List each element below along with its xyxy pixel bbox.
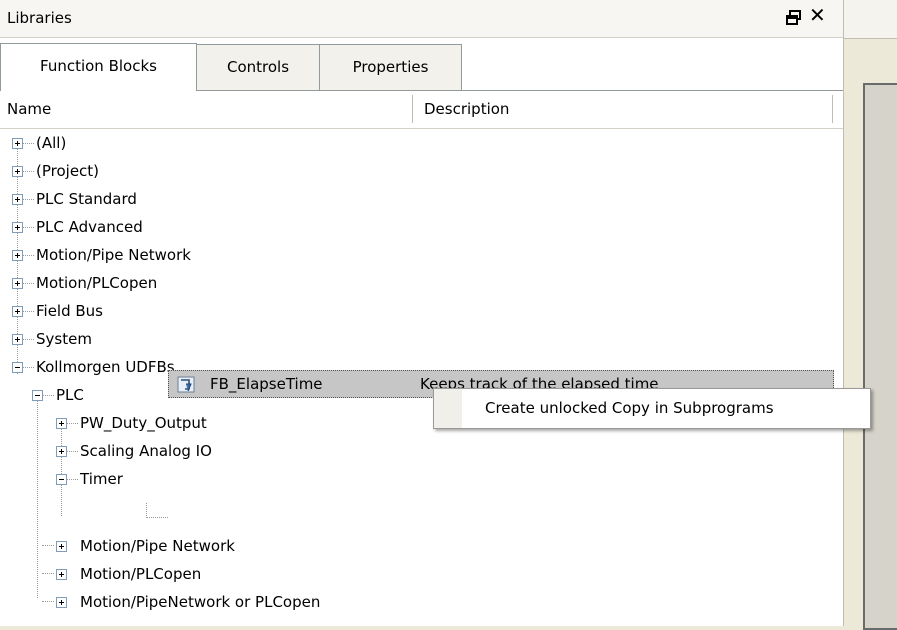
column-divider[interactable] — [412, 95, 413, 123]
tree-node-kollmorgen-udfbs[interactable]: Kollmorgen UDFBs — [36, 353, 175, 381]
tree-connector — [22, 255, 34, 256]
tree-node-all[interactable]: (All) — [36, 129, 66, 157]
context-menu: Create unlocked Copy in Subprograms — [433, 388, 871, 429]
tree-connector — [42, 545, 54, 546]
expand-icon[interactable] — [12, 250, 23, 261]
tree-connector — [66, 451, 78, 452]
function-block-icon — [177, 375, 196, 394]
expand-icon[interactable] — [12, 334, 23, 345]
expand-icon[interactable] — [56, 541, 67, 552]
tree-node-sub-motion-pipe-network[interactable]: Motion/Pipe Network — [80, 532, 235, 560]
tab-controls[interactable]: Controls — [196, 44, 320, 90]
tree-node-fb-elapsetime[interactable]: FB_ElapseTime — [210, 370, 323, 398]
tree-node-plc-advanced[interactable]: PLC Advanced — [36, 213, 143, 241]
tree-connector — [22, 339, 34, 340]
tree-connector — [66, 479, 78, 480]
expand-icon[interactable] — [56, 446, 67, 457]
collapse-icon[interactable] — [12, 362, 23, 373]
editor-area — [843, 0, 897, 630]
expand-icon[interactable] — [12, 306, 23, 317]
tree-node-sub-motion-pipenetwork-or-plcopen[interactable]: Motion/PipeNetwork or PLCopen — [80, 588, 320, 616]
tab-label: Controls — [226, 58, 290, 76]
create-unlocked-copy-menu-item[interactable]: Create unlocked Copy in Subprograms — [485, 389, 774, 428]
tree-connector — [22, 199, 34, 200]
close-icon[interactable]: ✕ — [809, 5, 826, 25]
tree-node-plc-standard[interactable]: PLC Standard — [36, 185, 137, 213]
tree-node-timer[interactable]: Timer — [80, 465, 123, 493]
tree-node-motion-plcopen[interactable]: Motion/PLCopen — [36, 269, 157, 297]
tab-label: Function Blocks — [40, 57, 157, 75]
tree-connector — [22, 171, 34, 172]
expand-icon[interactable] — [12, 166, 23, 177]
editor-frame — [863, 83, 897, 630]
tree-connector — [22, 143, 34, 144]
panel-title: Libraries — [7, 9, 72, 27]
expand-icon[interactable] — [12, 278, 23, 289]
tree-node-scaling-analog-io[interactable]: Scaling Analog IO — [80, 437, 212, 465]
expand-icon[interactable] — [56, 418, 67, 429]
expand-icon[interactable] — [56, 597, 67, 608]
tree-connector — [42, 395, 54, 396]
expand-icon[interactable] — [12, 138, 23, 149]
tab-function-blocks[interactable]: Function Blocks — [0, 43, 197, 91]
expand-icon[interactable] — [12, 222, 23, 233]
tab-label: Properties — [352, 58, 429, 76]
restore-icon[interactable] — [784, 8, 804, 28]
libraries-panel: Libraries ✕ Function Blocks Controls Pro… — [0, 0, 843, 626]
tree-connector — [22, 311, 34, 312]
tree-node-system[interactable]: System — [36, 325, 92, 353]
tab-properties[interactable]: Properties — [319, 44, 462, 90]
tree-connector — [37, 391, 38, 598]
column-name-header[interactable]: Name — [7, 91, 51, 128]
tree-connector — [146, 517, 168, 518]
tree-connector — [61, 419, 62, 516]
tree-connector — [22, 227, 34, 228]
tree-connector — [42, 601, 54, 602]
tree-connector — [22, 367, 34, 368]
tree-node-pw-duty-output[interactable]: PW_Duty_Output — [80, 409, 207, 437]
tree-node-sub-motion-plcopen[interactable]: Motion/PLCopen — [80, 560, 201, 588]
editor-tab-strip — [844, 0, 897, 39]
collapse-icon[interactable] — [32, 390, 43, 401]
tree-node-plc[interactable]: PLC — [56, 381, 84, 409]
tree-connector — [146, 503, 147, 516]
column-divider[interactable] — [832, 95, 833, 123]
column-description-header[interactable]: Description — [424, 91, 509, 128]
tree-node-project[interactable]: (Project) — [36, 157, 99, 185]
tree-node-motion-pipe-network[interactable]: Motion/Pipe Network — [36, 241, 191, 269]
expand-icon[interactable] — [12, 194, 23, 205]
panel-titlebar: Libraries ✕ — [0, 0, 843, 38]
menu-icon-gutter — [434, 389, 462, 428]
tree-connector — [22, 283, 34, 284]
tree-connector — [42, 573, 54, 574]
column-header: Name Description — [0, 91, 843, 129]
tree-node-field-bus[interactable]: Field Bus — [36, 297, 103, 325]
tree-connector — [66, 423, 78, 424]
expand-icon[interactable] — [56, 569, 67, 580]
collapse-icon[interactable] — [56, 474, 67, 485]
